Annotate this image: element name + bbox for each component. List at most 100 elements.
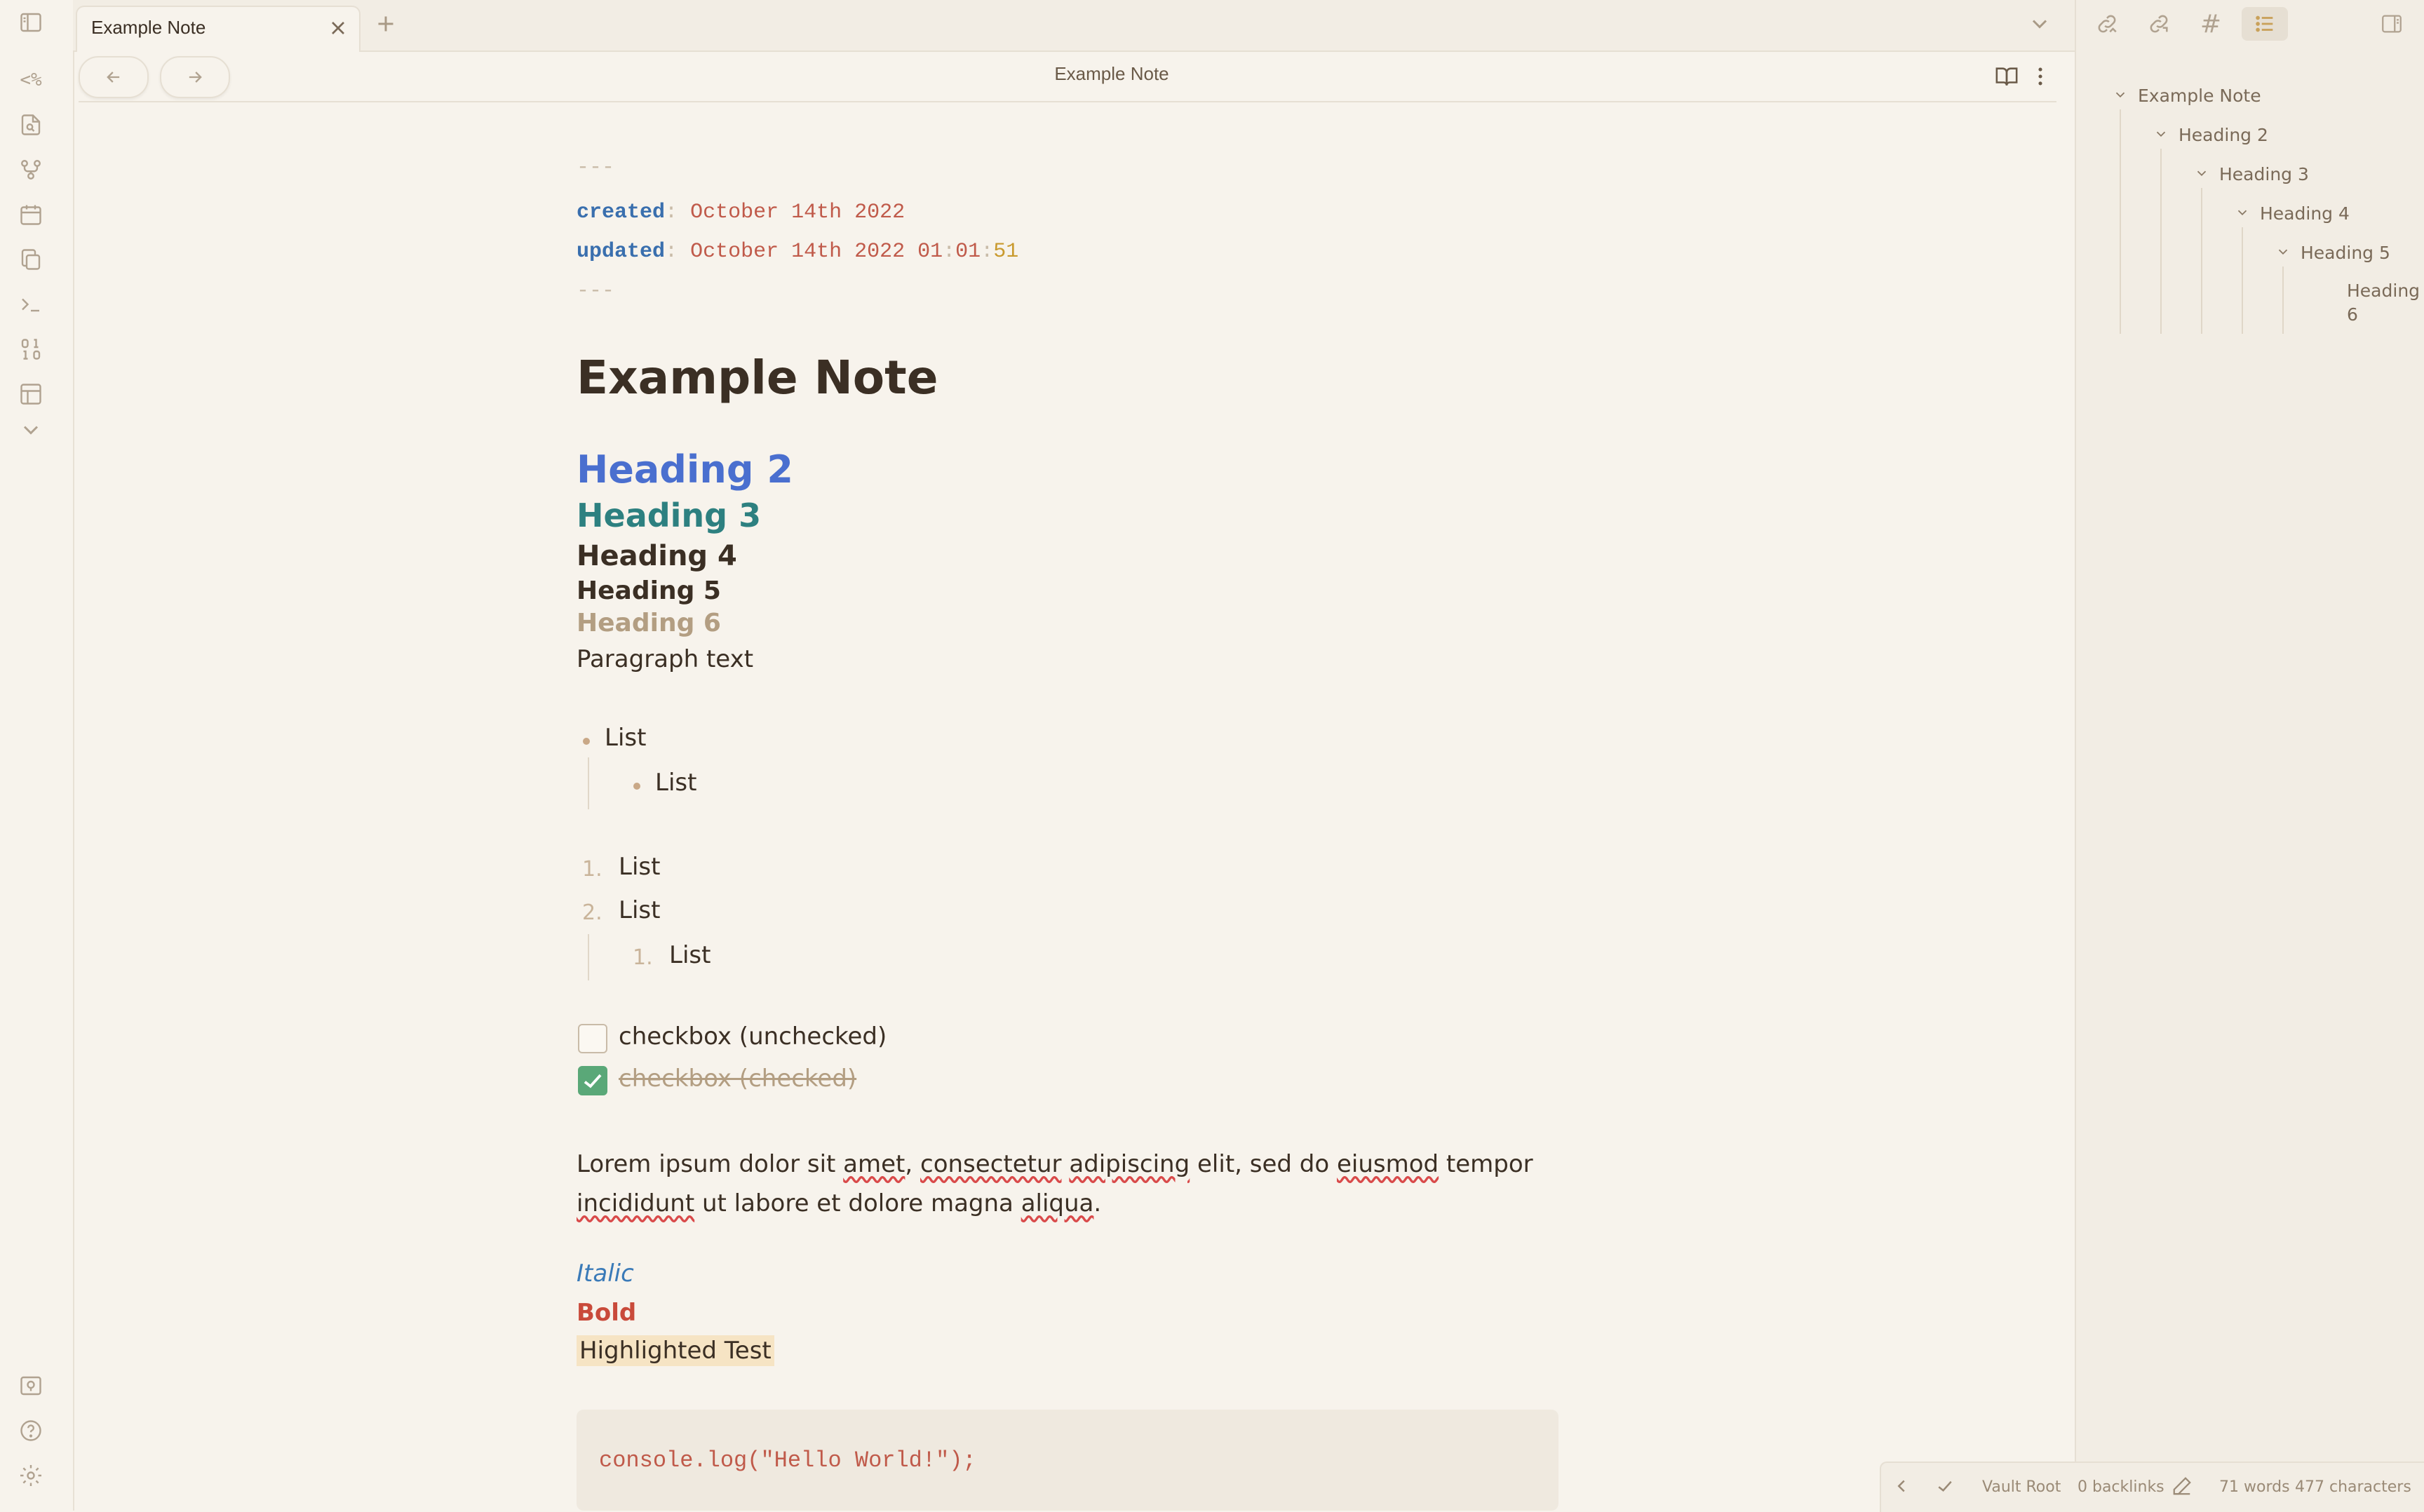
misspelled-word[interactable]: eiusmod <box>1337 1150 1439 1178</box>
misspelled-word[interactable]: amet <box>843 1150 905 1178</box>
layout-icon[interactable] <box>17 380 45 408</box>
list-item[interactable]: List <box>669 941 711 969</box>
bold-text[interactable]: Bold <box>577 1299 636 1327</box>
chevron-down-icon[interactable] <box>2275 244 2291 259</box>
heading-6[interactable]: Heading 6 <box>577 609 721 637</box>
binary-icon[interactable] <box>17 335 45 363</box>
frontmatter-seconds: 51 <box>993 240 1019 264</box>
heading-4[interactable]: Heading 4 <box>577 540 737 572</box>
chevron-down-icon[interactable] <box>2027 11 2052 36</box>
indent-guide <box>588 934 589 980</box>
check-icon <box>584 1074 602 1088</box>
tab-example-note[interactable]: Example Note <box>76 6 361 52</box>
chevron-left-icon[interactable] <box>1891 1476 1912 1497</box>
checkbox-label: checkbox (unchecked) <box>619 1022 887 1051</box>
heading-3[interactable]: Heading 3 <box>577 497 761 534</box>
frontmatter-colon: : <box>665 240 678 264</box>
checkbox-label: checkbox (checked) <box>619 1065 857 1093</box>
chevron-down-icon[interactable] <box>2113 87 2128 102</box>
sidebar-right-icon[interactable] <box>2378 10 2406 38</box>
frontmatter-end: --- <box>577 279 615 303</box>
tab-title: Example Note <box>91 17 206 38</box>
terminal-icon[interactable] <box>17 290 45 318</box>
backlinks-count[interactable]: 0 backlinks <box>2078 1478 2164 1496</box>
heading-2[interactable]: Heading 2 <box>577 447 793 492</box>
more-vertical-icon[interactable] <box>2028 65 2052 88</box>
note-header-title[interactable]: Example Note <box>870 63 1354 85</box>
italic-text[interactable]: Italic <box>577 1260 634 1288</box>
templater-icon[interactable]: <% <box>17 66 45 94</box>
highlighted-text[interactable]: Highlighted Test <box>577 1335 774 1366</box>
text-run: ut labore et dolore magna <box>694 1189 1021 1217</box>
status-bar: Vault Root 0 backlinks 71 words 477 char… <box>1880 1462 2424 1512</box>
left-ribbon: <% <box>0 0 74 1511</box>
outline-item-continuation[interactable]: 6 <box>2347 304 2358 325</box>
right-sidebar-toolbar: # <box>2075 0 2424 52</box>
backlinks-icon[interactable] <box>2093 10 2121 38</box>
outline-item[interactable]: Example Note <box>2138 86 2261 106</box>
outline-item[interactable]: Heading 2 <box>2179 125 2268 145</box>
misspelled-word[interactable]: consectetur <box>920 1150 1061 1178</box>
tags-icon[interactable]: # <box>2197 10 2225 39</box>
outgoing-links-icon[interactable] <box>2145 10 2173 38</box>
sidebar-left-toggle-icon[interactable] <box>17 8 45 36</box>
misspelled-word[interactable]: adipiscing <box>1069 1150 1190 1178</box>
outline-item[interactable]: Heading 4 <box>2260 203 2350 224</box>
tab-bar: Example Note <box>73 0 2075 52</box>
heading-5[interactable]: Heading 5 <box>577 576 721 605</box>
back-button[interactable] <box>79 56 149 98</box>
frontmatter-minutes: 01 <box>955 240 981 264</box>
word-count: 71 words <box>2219 1478 2290 1496</box>
outline-item[interactable]: Heading 3 <box>2219 164 2309 184</box>
chevron-down-icon[interactable] <box>2235 205 2250 220</box>
frontmatter-key: updated <box>577 240 666 264</box>
check-icon[interactable] <box>1934 1476 1955 1497</box>
chevron-down-icon[interactable] <box>2153 126 2169 142</box>
outline-item[interactable]: Heading <box>2347 281 2420 301</box>
text-run <box>1062 1150 1070 1178</box>
list-item[interactable]: List <box>619 853 660 881</box>
lorem-paragraph[interactable]: Lorem ipsum dolor sit amet, consectetur … <box>577 1145 1558 1223</box>
list-item[interactable]: List <box>605 724 646 752</box>
list-item[interactable]: List <box>655 769 696 797</box>
paragraph-text[interactable]: Paragraph text <box>577 645 753 673</box>
pencil-icon[interactable] <box>2172 1476 2193 1497</box>
plus-icon[interactable] <box>373 11 398 36</box>
copy-icon[interactable] <box>17 245 45 274</box>
text-run: elit, sed do <box>1190 1150 1337 1178</box>
list-item[interactable]: List <box>619 896 660 924</box>
settings-icon[interactable] <box>17 1462 45 1490</box>
bullet-marker <box>633 783 640 790</box>
frontmatter-created[interactable]: created: October 14th 2022 <box>577 201 905 224</box>
misspelled-word[interactable]: aliqua <box>1021 1189 1094 1217</box>
bullet-marker <box>583 738 590 745</box>
book-open-icon[interactable] <box>1995 65 2019 88</box>
checkbox-unchecked[interactable] <box>578 1024 607 1053</box>
frontmatter-updated[interactable]: updated: October 14th 2022 01:01:51 <box>577 240 1018 264</box>
frontmatter-value: October 14th 2022 <box>690 240 905 264</box>
file-search-icon[interactable] <box>17 111 45 139</box>
calendar-icon[interactable] <box>17 201 45 229</box>
frontmatter-start: --- <box>577 156 615 180</box>
close-icon[interactable] <box>327 17 349 39</box>
outline-icon[interactable] <box>2242 7 2288 41</box>
heading-1[interactable]: Example Note <box>577 351 938 405</box>
vault-icon[interactable] <box>17 1372 45 1400</box>
code-block[interactable]: console.log("Hello World!"); <box>577 1410 1558 1511</box>
help-icon[interactable] <box>17 1417 45 1445</box>
text-run: , <box>905 1150 921 1178</box>
misspelled-word[interactable]: incididunt <box>577 1189 694 1217</box>
forward-button[interactable] <box>160 56 230 98</box>
arrow-left-icon <box>107 72 120 83</box>
chevron-down-icon[interactable] <box>2194 166 2209 181</box>
outline-item[interactable]: Heading 5 <box>2301 243 2390 263</box>
frontmatter-colon: : <box>943 240 956 264</box>
vault-name[interactable]: Vault Root <box>1982 1478 2061 1496</box>
frontmatter-colon: : <box>665 201 678 224</box>
checkbox-checked[interactable] <box>578 1066 607 1095</box>
text-run: Lorem ipsum dolor sit <box>577 1150 844 1178</box>
chevron-down-icon[interactable] <box>17 419 45 440</box>
graph-icon[interactable] <box>17 156 45 184</box>
outline-guide <box>2201 188 2202 334</box>
header-divider <box>79 101 2056 102</box>
